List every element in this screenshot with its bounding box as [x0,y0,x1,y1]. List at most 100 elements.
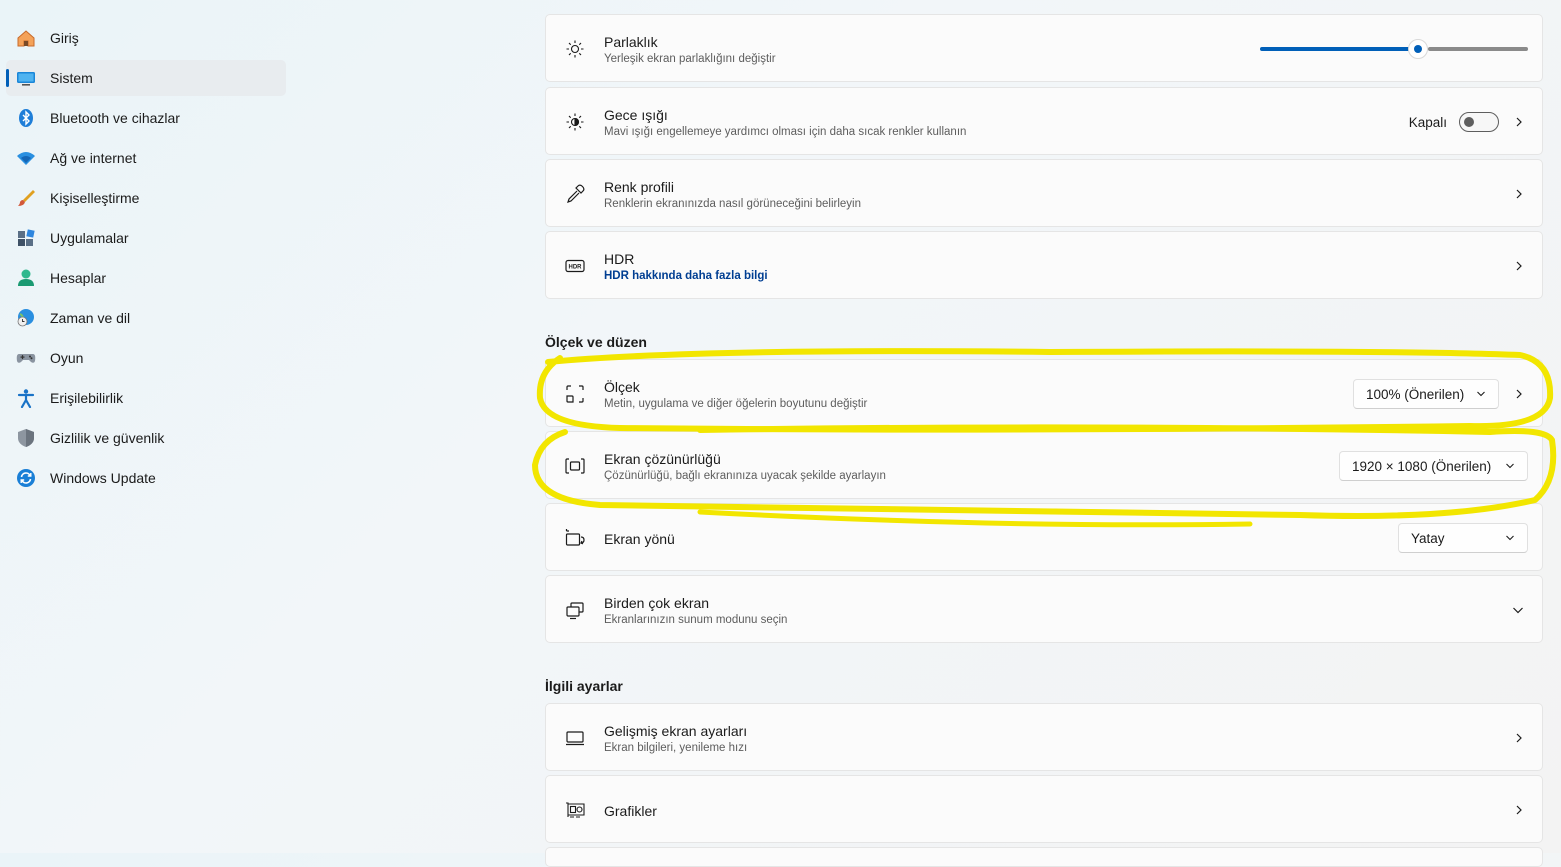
color-profile-subtitle: Renklerin ekranınızda nasıl görüneceğini… [604,198,861,210]
sidebar-item-label: Uygulamalar [50,230,129,246]
brightness-card: Parlaklık Yerleşik ekran parlaklığını de… [545,14,1543,82]
chevron-right-icon [1516,189,1522,199]
sidebar-item-gaming[interactable]: Oyun [6,340,286,376]
sidebar-item-accounts[interactable]: Hesaplar [6,260,286,296]
multiple-displays-card[interactable]: Birden çok ekran Ekranlarınızın sunum mo… [545,575,1543,643]
orientation-dropdown-value: Yatay [1411,530,1445,546]
scale-card: Ölçek Metin, uygulama ve diğer öğelerin … [545,359,1543,427]
sidebar-item-time-language[interactable]: Zaman ve dil [6,300,286,336]
resolution-dropdown[interactable]: 1920 × 1080 (Önerilen) [1339,451,1528,481]
next-card-edge [545,847,1543,867]
scale-dropdown[interactable]: 100% (Önerilen) [1353,379,1499,409]
advanced-display-card[interactable]: Gelişmiş ekran ayarları Ekran bilgileri,… [545,703,1543,771]
scale-subtitle: Metin, uygulama ve diğer öğelerin boyutu… [604,398,868,410]
hdr-title: HDR [604,251,635,267]
sidebar-item-label: Bluetooth ve cihazlar [50,110,180,126]
night-light-title: Gece ışığı [604,107,668,123]
sidebar-item-label: Sistem [50,70,93,86]
resolution-card: Ekran çözünürlüğü Çözünürlüğü, bağlı ekr… [545,431,1543,499]
graphics-title: Grafikler [604,803,657,819]
account-icon [16,268,36,288]
chevron-down-icon [1506,463,1514,469]
scale-title: Ölçek [604,379,640,395]
sun-icon [564,38,586,60]
hdr-icon: HDR [564,255,586,277]
sidebar-item-label: Oyun [50,350,84,366]
chevron-right-icon[interactable] [1514,389,1524,399]
graphics-card[interactable]: Grafikler [545,775,1543,843]
eyedropper-icon [564,183,586,205]
brightness-slider[interactable] [1260,37,1528,59]
orientation-icon [564,527,586,549]
sidebar-item-label: Ağ ve internet [50,150,137,166]
hdr-card[interactable]: HDR HDR HDR hakkında daha fazla bilgi [545,231,1543,299]
globe-clock-icon [16,308,36,328]
slider-thumb[interactable] [1408,39,1428,59]
brightness-title: Parlaklık [604,34,658,50]
hdr-learn-more-link[interactable]: HDR hakkında daha fazla bilgi [604,270,768,282]
monitor-icon [564,727,586,749]
wifi-icon [16,148,36,168]
advanced-display-subtitle: Ekran bilgileri, yenileme hızı [604,742,748,754]
multiple-displays-subtitle: Ekranlarınızın sunum modunu seçin [604,614,788,626]
sidebar-item-bluetooth[interactable]: Bluetooth ve cihazlar [6,100,286,136]
sidebar-item-label: Gizlilik ve güvenlik [50,430,165,446]
scale-layout-header: Ölçek ve düzen [545,334,647,350]
resolution-subtitle: Çözünürlüğü, bağlı ekranınıza uyacak şek… [604,470,886,482]
accessibility-icon [16,388,36,408]
brightness-subtitle: Yerleşik ekran parlaklığını değiştir [604,53,776,65]
chevron-down-icon[interactable] [1512,605,1524,615]
apps-icon [16,228,36,248]
sidebar-item-network[interactable]: Ağ ve internet [6,140,286,176]
sidebar-item-personalization[interactable]: Kişiselleştirme [6,180,286,216]
bluetooth-icon [16,108,36,128]
sidebar-item-windows-update[interactable]: Windows Update [6,460,286,496]
svg-text:HDR: HDR [569,265,583,271]
night-light-subtitle: Mavi ışığı engellemeye yardımcı olması i… [604,126,967,138]
gamepad-icon [16,348,36,368]
sidebar-item-accessibility[interactable]: Erişilebilirlik [6,380,286,416]
sidebar-item-apps[interactable]: Uygulamalar [6,220,286,256]
color-profile-title: Renk profili [604,179,675,195]
night-light-card[interactable]: Gece ışığı Mavi ışığı engellemeye yardım… [545,87,1543,155]
sidebar-item-label: Windows Update [50,470,156,486]
sidebar-item-privacy[interactable]: Gizlilik ve güvenlik [6,420,286,456]
sidebar-item-label: Zaman ve dil [50,310,131,326]
related-settings-header: İlgili ayarlar [545,678,623,694]
multi-display-icon [564,599,586,621]
chevron-right-icon [1516,733,1522,743]
scale-icon [564,383,586,405]
sidebar-item-home[interactable]: Giriş [6,20,286,56]
chevron-right-icon [1516,117,1522,127]
slider-fill [1260,47,1410,51]
chevron-down-icon [1477,391,1485,397]
system-icon [16,68,36,88]
slider-track [1428,47,1528,51]
night-light-toggle[interactable] [1459,112,1499,132]
graphics-card-icon [564,799,586,821]
selection-indicator [6,69,9,87]
advanced-display-title: Gelişmiş ekran ayarları [604,723,748,739]
resolution-title: Ekran çözünürlüğü [604,451,721,467]
chevron-right-icon [1516,261,1522,271]
color-profile-card[interactable]: Renk profili Renklerin ekranınızda nasıl… [545,159,1543,227]
scale-dropdown-value: 100% (Önerilen) [1366,386,1465,402]
resolution-dropdown-value: 1920 × 1080 (Önerilen) [1352,458,1492,474]
night-light-icon [564,111,586,133]
sidebar-item-label: Hesaplar [50,270,107,286]
multiple-displays-title: Birden çok ekran [604,595,710,611]
navigation-sidebar: Giriş Sistem Bluetooth ve cihazlar Ağ ve… [0,0,300,853]
sidebar-item-label: Giriş [50,30,79,46]
brush-icon [16,188,36,208]
resolution-icon [564,455,586,477]
sidebar-item-label: Kişiselleştirme [50,190,140,206]
sidebar-item-label: Erişilebilirlik [50,390,124,406]
orientation-dropdown[interactable]: Yatay [1398,523,1528,553]
update-icon [16,468,36,488]
sidebar-item-system[interactable]: Sistem [6,60,286,96]
night-light-toggle-label: Kapalı [1408,115,1447,130]
orientation-card: Ekran yönü Yatay [545,503,1543,571]
chevron-down-icon [1506,535,1514,541]
orientation-title: Ekran yönü [604,531,675,547]
chevron-right-icon [1516,805,1522,815]
